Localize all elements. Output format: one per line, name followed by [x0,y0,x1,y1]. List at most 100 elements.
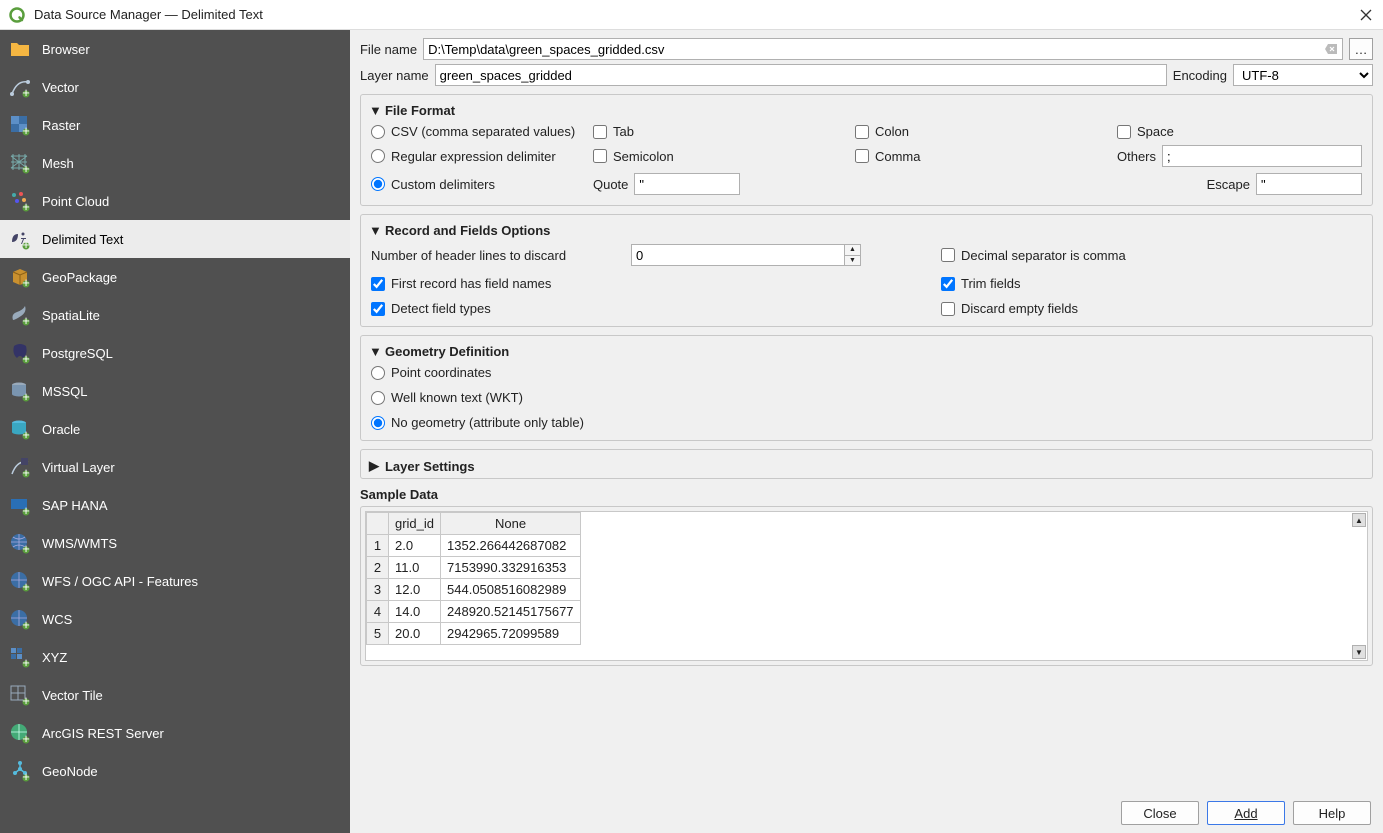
discard-empty-check[interactable] [941,302,955,316]
no-geometry-radio[interactable] [371,416,385,430]
space-check[interactable] [1117,125,1131,139]
table-cell: 12.0 [388,579,440,601]
sidebar-item-arcgis-rest[interactable]: + ArcGIS REST Server [0,714,350,752]
quote-input[interactable] [634,173,740,195]
sidebar-item-sap-hana[interactable]: + SAP HANA [0,486,350,524]
table-row[interactable]: 520.02942965.72099589 [366,623,580,645]
sidebar-item-geopackage[interactable]: + GeoPackage [0,258,350,296]
sidebar: Browser + Vector + Raster + Mesh + Point… [0,30,350,833]
svg-text:+: + [22,503,30,516]
svg-text:+: + [22,161,30,174]
table-row[interactable]: 312.0544.0508516082989 [366,579,580,601]
svg-text:+: + [22,731,30,744]
trim-fields-check[interactable] [941,277,955,291]
comma-check[interactable] [855,149,869,163]
csv-radio[interactable] [371,125,385,139]
scroll-up-button[interactable]: ▲ [1352,513,1366,527]
sidebar-item-wms[interactable]: + WMS/WMTS [0,524,350,562]
sidebar-item-postgresql[interactable]: + PostgreSQL [0,334,350,372]
table-row[interactable]: 211.07153990.332916353 [366,557,580,579]
sample-data-panel: grid_id None 12.01352.266442687082211.07… [360,506,1373,666]
clear-file-icon[interactable] [1323,41,1339,57]
tab-check[interactable] [593,125,607,139]
tab-check-label: Tab [613,124,634,139]
sidebar-item-label: Vector [42,80,79,95]
file-format-toggle[interactable]: ▼ File Format [369,103,1362,118]
delimited-text-icon: + [8,227,32,251]
sidebar-item-spatialite[interactable]: + SpatiaLite [0,296,350,334]
close-button[interactable]: Close [1121,801,1199,825]
svg-text:+: + [22,313,30,326]
header-discard-input[interactable] [631,244,861,266]
semicolon-check[interactable] [593,149,607,163]
record-fields-toggle[interactable]: ▼ Record and Fields Options [369,223,1362,238]
sidebar-item-vector-tile[interactable]: + Vector Tile [0,676,350,714]
sidebar-item-mssql[interactable]: + MSSQL [0,372,350,410]
sidebar-item-label: GeoNode [42,764,98,779]
sidebar-item-raster[interactable]: + Raster [0,106,350,144]
table-cell: 20.0 [388,623,440,645]
sidebar-item-label: SAP HANA [42,498,108,513]
others-label: Others [1117,149,1156,164]
spin-up-button[interactable]: ▲ [844,245,860,256]
sidebar-item-xyz[interactable]: + XYZ [0,638,350,676]
sidebar-item-vector[interactable]: + Vector [0,68,350,106]
sidebar-item-point-cloud[interactable]: + Point Cloud [0,182,350,220]
custom-radio[interactable] [371,177,385,191]
layer-settings-toggle[interactable]: ▶ Layer Settings [369,458,1362,474]
sidebar-item-label: Vector Tile [42,688,103,703]
sidebar-item-virtual-layer[interactable]: + Virtual Layer [0,448,350,486]
colon-check-label: Colon [875,124,909,139]
expand-icon: ▼ [369,223,379,238]
geometry-title: Geometry Definition [385,344,509,359]
svg-text:+: + [22,351,30,364]
decimal-comma-check[interactable] [941,248,955,262]
col-header[interactable]: grid_id [388,513,440,535]
point-coords-label: Point coordinates [391,365,491,380]
sidebar-item-label: Delimited Text [42,232,123,247]
table-row[interactable]: 12.01352.266442687082 [366,535,580,557]
virtual-layer-icon: + [8,455,32,479]
encoding-select[interactable]: UTF-8 [1233,64,1373,86]
col-header[interactable]: None [441,513,581,535]
colon-check[interactable] [855,125,869,139]
sidebar-item-wfs[interactable]: + WFS / OGC API - Features [0,562,350,600]
svg-text:+: + [22,769,30,782]
row-header: 5 [366,623,388,645]
browse-file-button[interactable]: … [1349,38,1373,60]
window-close-button[interactable] [1357,6,1375,24]
help-button[interactable]: Help [1293,801,1371,825]
geopackage-icon: + [8,265,32,289]
oracle-icon: + [8,417,32,441]
layer-name-input[interactable] [435,64,1167,86]
escape-input[interactable] [1256,173,1362,195]
others-input[interactable] [1162,145,1362,167]
svg-text:+: + [22,427,30,440]
row-header: 3 [366,579,388,601]
scroll-down-button[interactable]: ▼ [1352,645,1366,659]
row-header: 1 [366,535,388,557]
sidebar-item-delimited-text[interactable]: + Delimited Text [0,220,350,258]
regex-radio[interactable] [371,149,385,163]
add-button[interactable]: Add [1207,801,1285,825]
detect-types-check[interactable] [371,302,385,316]
sidebar-item-wcs[interactable]: + WCS [0,600,350,638]
quote-label: Quote [593,177,628,192]
geometry-toggle[interactable]: ▼ Geometry Definition [369,344,1362,359]
first-record-check[interactable] [371,277,385,291]
svg-text:+: + [22,693,30,706]
sidebar-item-oracle[interactable]: + Oracle [0,410,350,448]
sidebar-item-label: XYZ [42,650,67,665]
table-row[interactable]: 414.0248920.52145175677 [366,601,580,623]
sidebar-item-geonode[interactable]: + GeoNode [0,752,350,790]
file-name-input[interactable] [423,38,1343,60]
file-format-group: ▼ File Format CSV (comma separated value… [360,94,1373,206]
point-coords-radio[interactable] [371,366,385,380]
wkt-radio[interactable] [371,391,385,405]
sidebar-item-browser[interactable]: Browser [0,30,350,68]
spin-down-button[interactable]: ▼ [844,256,860,266]
sample-data-scroll[interactable]: grid_id None 12.01352.266442687082211.07… [365,511,1368,661]
sidebar-item-mesh[interactable]: + Mesh [0,144,350,182]
dialog-button-row: Close Add Help [350,793,1383,833]
record-fields-title: Record and Fields Options [385,223,550,238]
